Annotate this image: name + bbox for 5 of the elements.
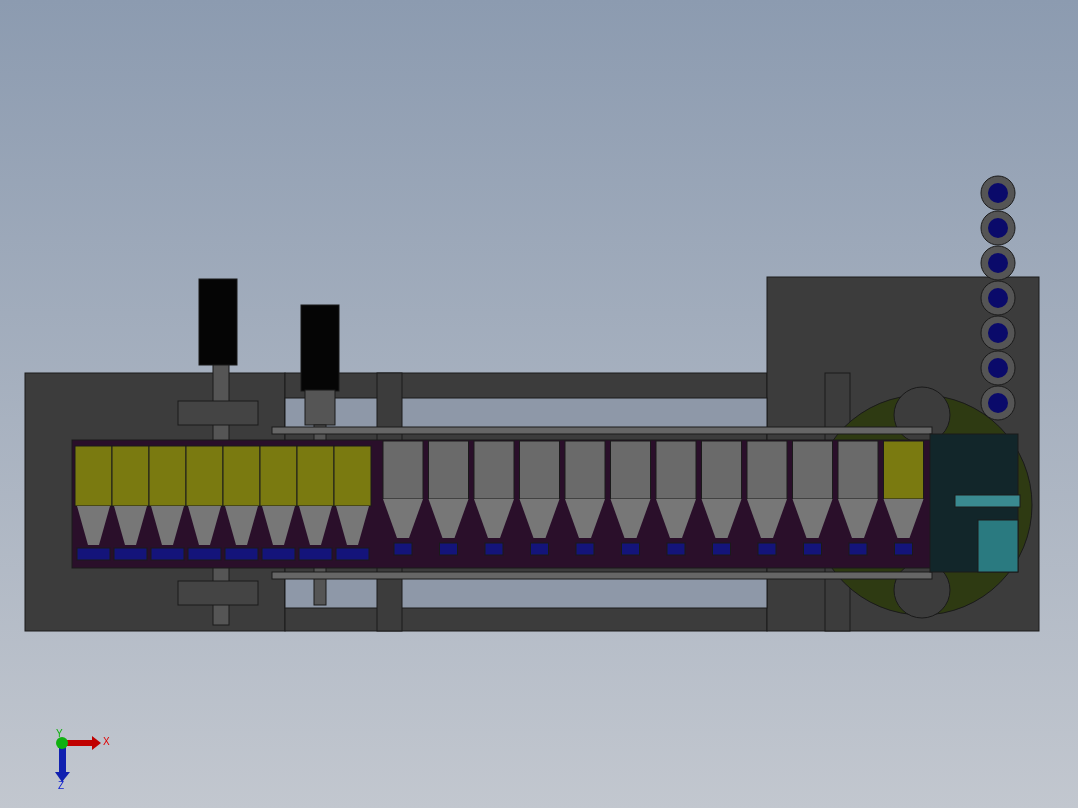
x-axis-arrow-icon bbox=[64, 736, 101, 750]
y-axis-label: Y bbox=[56, 728, 63, 739]
x-axis-label: X bbox=[103, 736, 110, 747]
z-axis-label: Z bbox=[58, 780, 65, 791]
y-axis-origin-icon bbox=[56, 737, 68, 749]
